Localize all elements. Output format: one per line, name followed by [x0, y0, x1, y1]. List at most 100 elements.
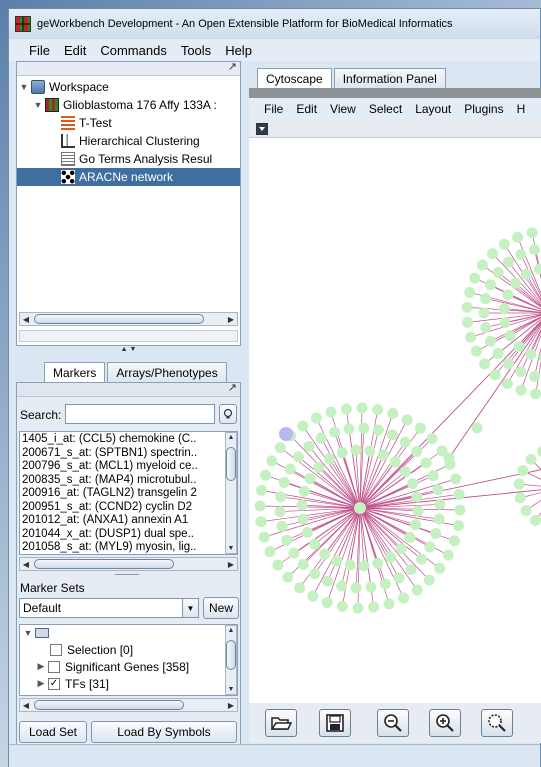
scroll-thumb[interactable] — [34, 700, 184, 710]
network-node[interactable] — [411, 584, 423, 596]
network-node[interactable] — [411, 446, 423, 458]
network-node[interactable] — [297, 513, 309, 525]
network-node[interactable] — [489, 369, 501, 381]
marker-set-item-selection[interactable]: Selection [0] — [20, 641, 237, 658]
network-node[interactable] — [525, 453, 537, 465]
network-node[interactable] — [377, 449, 389, 461]
network-node[interactable] — [315, 432, 327, 444]
expand-icon[interactable]: ▶ — [36, 678, 46, 689]
list-item[interactable]: 200835_s_at: (MAP4) microtubul.. — [22, 474, 225, 488]
network-node[interactable] — [336, 580, 348, 592]
network-node[interactable] — [484, 335, 496, 347]
cy-menu-file[interactable]: File — [264, 102, 283, 116]
network-node[interactable] — [432, 484, 444, 496]
marker-search-input[interactable] — [65, 404, 215, 424]
network-node[interactable] — [529, 244, 541, 256]
network-node[interactable] — [398, 592, 410, 604]
scroll-up-icon[interactable]: ▲ — [226, 627, 236, 634]
network-node[interactable] — [424, 541, 436, 553]
search-options-button[interactable] — [219, 404, 237, 424]
menu-file[interactable]: File — [29, 43, 50, 58]
tree-item-workspace[interactable]: ▼ Workspace — [17, 78, 240, 96]
network-node[interactable] — [293, 451, 305, 463]
network-node[interactable] — [296, 499, 308, 511]
network-node[interactable] — [520, 505, 532, 517]
network-node[interactable] — [303, 440, 315, 452]
maximize-icon[interactable]: ↗ — [228, 381, 237, 394]
network-node[interactable] — [462, 316, 474, 328]
selected-node[interactable] — [279, 427, 293, 441]
scroll-right-icon[interactable]: ▶ — [225, 701, 237, 710]
network-node[interactable] — [336, 447, 348, 459]
marker-sets-vertical-scrollbar[interactable]: ▲ ▼ — [225, 625, 237, 695]
splitter-handle[interactable]: ▲ ▼ — [16, 346, 241, 356]
network-node[interactable] — [513, 478, 525, 490]
scroll-right-icon[interactable]: ▶ — [225, 560, 237, 569]
load-set-button[interactable]: Load Set — [19, 721, 87, 743]
network-node[interactable] — [515, 248, 527, 260]
panel-toggle-icon[interactable] — [256, 123, 268, 135]
network-node[interactable] — [385, 551, 397, 563]
network-node[interactable] — [340, 403, 352, 415]
network-node[interactable] — [529, 370, 541, 382]
network-node[interactable] — [502, 358, 514, 370]
network-node[interactable] — [433, 513, 445, 525]
cy-menu-edit[interactable]: Edit — [296, 102, 317, 116]
network-node[interactable] — [282, 571, 294, 583]
marker-list-vertical-scrollbar[interactable]: ▲ ▼ — [225, 432, 237, 554]
scroll-down-icon[interactable]: ▼ — [226, 545, 236, 552]
network-node[interactable] — [298, 485, 310, 497]
network-node[interactable] — [515, 384, 527, 396]
network-node[interactable] — [313, 461, 325, 473]
network-node[interactable] — [288, 547, 300, 559]
collapse-icon[interactable]: ▼ — [19, 82, 29, 92]
zoom-in-button[interactable] — [429, 709, 461, 737]
network-canvas[interactable] — [249, 138, 541, 703]
network-node[interactable] — [399, 466, 411, 478]
network-node[interactable] — [465, 331, 477, 343]
tab-markers[interactable]: Markers — [44, 362, 106, 382]
title-bar[interactable]: geWorkbench Development - An Open Extens… — [9, 9, 540, 39]
network-node[interactable] — [358, 422, 370, 434]
network-node[interactable] — [517, 465, 529, 477]
hub-node[interactable] — [354, 502, 366, 514]
open-button[interactable] — [265, 709, 297, 737]
checkbox[interactable] — [50, 643, 62, 656]
network-node[interactable] — [258, 531, 270, 543]
network-node[interactable] — [297, 558, 309, 570]
network-node[interactable] — [383, 598, 395, 610]
tree-item-dataset[interactable]: ▼ Glioblastoma 176 Affy 133A : — [17, 96, 240, 114]
collapse-icon[interactable]: ▼ — [33, 100, 43, 110]
network-node[interactable] — [395, 543, 407, 555]
network-node[interactable] — [498, 303, 510, 315]
list-item[interactable]: 200916_at: (TAGLN2) transgelin 2 — [22, 487, 225, 501]
checkbox-checked[interactable]: ✓ — [48, 677, 60, 690]
network-node[interactable] — [479, 358, 491, 370]
network-node[interactable] — [329, 426, 341, 438]
network-node[interactable] — [344, 559, 356, 571]
network-node[interactable] — [426, 433, 438, 445]
network-node[interactable] — [255, 516, 267, 528]
network-node[interactable] — [325, 406, 337, 418]
menu-commands[interactable]: Commands — [100, 43, 166, 58]
checkbox[interactable] — [48, 660, 60, 673]
network-node[interactable] — [307, 590, 319, 602]
network-node[interactable] — [407, 478, 419, 490]
network-node[interactable] — [297, 420, 309, 432]
network-node[interactable] — [356, 402, 368, 414]
menu-tools[interactable]: Tools — [181, 43, 211, 58]
network-node[interactable] — [453, 488, 465, 500]
network-node[interactable] — [469, 272, 481, 284]
network-node[interactable] — [415, 553, 427, 565]
tab-cytoscape[interactable]: Cytoscape — [257, 68, 332, 88]
network-node[interactable] — [504, 330, 516, 342]
network-node[interactable] — [331, 555, 343, 567]
network-node[interactable] — [530, 388, 541, 400]
network-node[interactable] — [254, 500, 266, 512]
network-node[interactable] — [365, 581, 377, 593]
list-item[interactable]: 1405_i_at: (CCL5) chemokine (C.. — [22, 433, 225, 447]
network-node[interactable] — [256, 484, 268, 496]
list-item[interactable]: 200951_s_at: (CCND2) cyclin D2 — [22, 501, 225, 515]
network-node[interactable] — [420, 457, 432, 469]
network-node[interactable] — [405, 564, 417, 576]
